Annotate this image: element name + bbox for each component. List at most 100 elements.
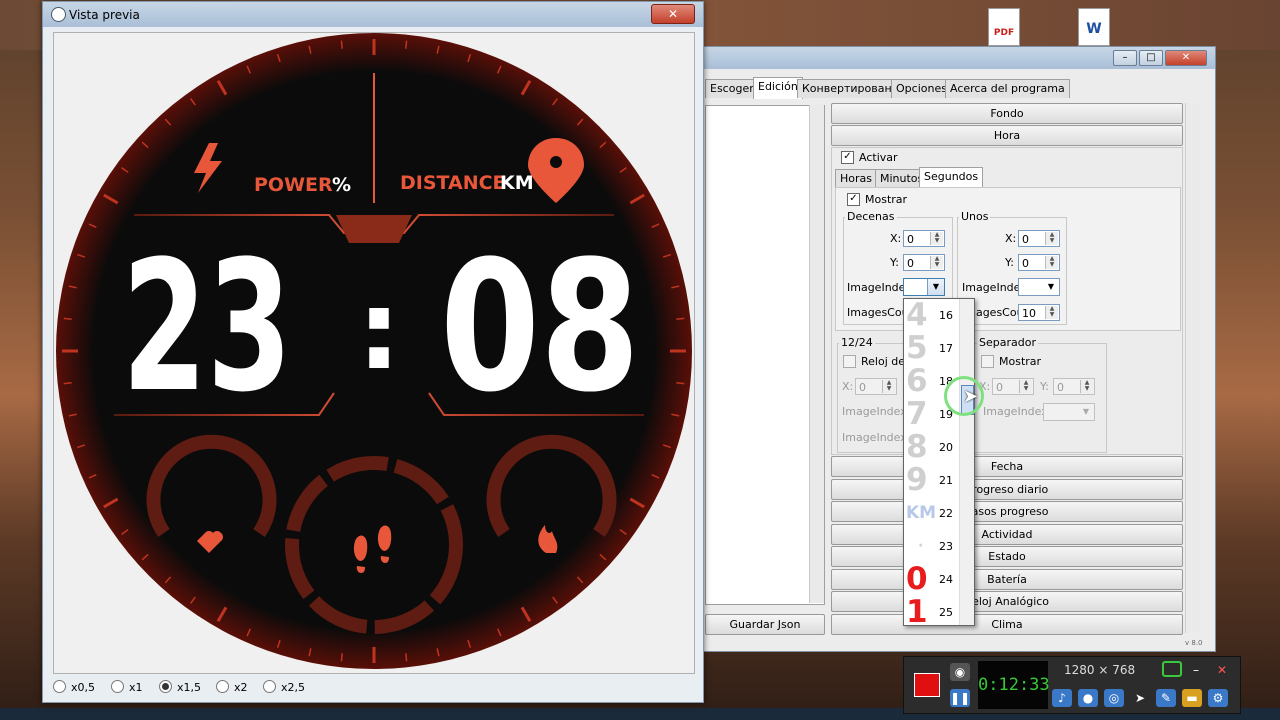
gear-icon[interactable]: ⚙ bbox=[1208, 689, 1228, 707]
zoom-option-2-5[interactable]: x2,5 bbox=[263, 680, 305, 694]
section-reloj-analogico-button[interactable]: Reloj Analógico bbox=[831, 591, 1183, 612]
sections-scrollbar[interactable] bbox=[1185, 103, 1200, 633]
dropdown-item[interactable]: 9 21 bbox=[904, 464, 960, 497]
decenas-x-input[interactable]: 0 ▲ ▼ bbox=[903, 230, 945, 247]
radio-dot[interactable] bbox=[263, 680, 276, 693]
pin-hole bbox=[550, 156, 562, 168]
dropdown-item[interactable]: 8 20 bbox=[904, 431, 960, 464]
spin-arrows[interactable]: ▲ ▼ bbox=[1045, 256, 1058, 269]
radio-dot[interactable] bbox=[53, 680, 66, 693]
separador-y-input[interactable]: 0 ▲ ▼ bbox=[1053, 378, 1095, 395]
dropdown-scrollbar[interactable] bbox=[959, 299, 974, 625]
microphone-icon[interactable]: ● bbox=[1078, 689, 1098, 707]
section-bateria-button[interactable]: Batería bbox=[831, 569, 1183, 590]
spin-arrows[interactable]: ▲ ▼ bbox=[1045, 306, 1058, 319]
section-clima-button[interactable]: Clima bbox=[831, 614, 1183, 635]
separador-title: Separador bbox=[977, 336, 1038, 349]
minimize-icon[interactable]: – bbox=[1186, 661, 1206, 679]
decenas-imageindex-combo[interactable]: ▼ bbox=[903, 278, 945, 296]
chevron-down-icon[interactable]: ▼ bbox=[1078, 404, 1094, 420]
radio-dot[interactable] bbox=[159, 680, 172, 693]
separador-imageindex-combo[interactable]: ▼ bbox=[1043, 403, 1095, 421]
dropdown-item-image: 0 bbox=[906, 561, 928, 597]
activar-checkbox[interactable]: ✓ bbox=[841, 151, 854, 164]
zoom-option-0-5[interactable]: x0,5 bbox=[53, 680, 95, 694]
dropdown-item[interactable]: 0 24 bbox=[904, 563, 960, 596]
group-12-24-title: 12/24 bbox=[839, 336, 875, 349]
element-list[interactable] bbox=[705, 105, 825, 605]
unos-y-input[interactable]: 0 ▲ ▼ bbox=[1018, 254, 1060, 271]
section-hora-button[interactable]: Hora bbox=[831, 125, 1183, 146]
reloj-checkbox[interactable] bbox=[843, 355, 856, 368]
pdf-desktop-icon[interactable]: PDF bbox=[988, 8, 1020, 46]
section-fecha-button[interactable]: Fecha bbox=[831, 456, 1183, 477]
zoom-option-1-5[interactable]: x1,5 bbox=[159, 680, 201, 694]
element-list-scrollbar[interactable] bbox=[809, 105, 824, 603]
tab-opciones[interactable]: Opciones bbox=[891, 79, 952, 98]
minimize-button[interactable]: – bbox=[1113, 50, 1137, 66]
watch-face: POWER % DISTANCE KM 23 : 08 bbox=[56, 33, 692, 669]
section-fondo-button[interactable]: Fondo bbox=[831, 103, 1183, 124]
preview-close-button[interactable]: ✕ bbox=[651, 4, 695, 24]
imageindex-dropdown-list[interactable]: 4 16 5 17 6 18 7 19 8 20 9 21 KM 22 · 23 0 24 1 25 bbox=[903, 298, 975, 626]
decenas-y-input[interactable]: 0 ▲ ▼ bbox=[903, 254, 945, 271]
chevron-down-icon[interactable]: ▼ bbox=[927, 279, 944, 295]
dropdown-item[interactable]: 4 16 bbox=[904, 299, 960, 332]
section-actividad-button[interactable]: Actividad bbox=[831, 524, 1183, 545]
mouse-cursor-icon: ➤ bbox=[963, 386, 979, 407]
spin-arrows[interactable]: ▲ ▼ bbox=[930, 256, 943, 269]
group-12-24-x-input[interactable]: 0 ▲ ▼ bbox=[855, 378, 897, 395]
dropdown-item-index: 25 bbox=[939, 606, 953, 619]
dropdown-item[interactable]: KM 22 bbox=[904, 497, 960, 530]
webcam-icon[interactable]: ◎ bbox=[1104, 689, 1124, 707]
cursor-icon[interactable]: ➤ bbox=[1130, 689, 1150, 707]
separador-x-value: 0 bbox=[996, 381, 1003, 394]
distance-unit: KM bbox=[500, 172, 534, 194]
mostrar-checkbox[interactable]: ✓ bbox=[847, 193, 860, 206]
spin-arrows[interactable]: ▲ ▼ bbox=[1080, 380, 1093, 393]
radio-dot[interactable] bbox=[111, 680, 124, 693]
region-icon[interactable] bbox=[1162, 661, 1182, 677]
folder-icon[interactable]: ▬ bbox=[1182, 689, 1202, 707]
chevron-down-icon[interactable]: ▼ bbox=[1043, 279, 1059, 295]
speaker-icon[interactable]: ♪ bbox=[1052, 689, 1072, 707]
close-icon[interactable]: ✕ bbox=[1212, 661, 1232, 679]
dial-tick bbox=[676, 382, 685, 385]
separador-mostrar-label: Mostrar bbox=[999, 355, 1042, 368]
dropdown-item[interactable]: · 23 bbox=[904, 530, 960, 563]
tab-acerca[interactable]: Acerca del programa bbox=[945, 79, 1070, 98]
spin-arrows[interactable]: ▲ ▼ bbox=[1019, 380, 1032, 393]
preview-titlebar: Vista previa ✕ bbox=[43, 2, 703, 27]
zoom-option-2[interactable]: x2 bbox=[216, 680, 248, 694]
dropdown-item-image: KM bbox=[906, 503, 937, 523]
dropdown-item[interactable]: 1 25 bbox=[904, 596, 960, 626]
subtab-segundos[interactable]: Segundos bbox=[919, 167, 984, 189]
maximize-button[interactable]: □ bbox=[1139, 50, 1163, 66]
pause-icon[interactable]: ❚❚ bbox=[950, 689, 970, 707]
pen-icon[interactable]: ✎ bbox=[1156, 689, 1176, 707]
section-progreso-diario-button[interactable]: Progreso diario bbox=[831, 479, 1183, 500]
tab-edicion[interactable]: Edición bbox=[753, 77, 803, 99]
tab-escoger[interactable]: Escoger bbox=[705, 79, 759, 98]
unos-imageindex-combo[interactable]: ▼ bbox=[1018, 278, 1060, 296]
subtab-horas[interactable]: Horas bbox=[835, 169, 877, 188]
dropdown-item-image: 6 bbox=[906, 363, 928, 399]
unos-imagescount-input[interactable]: 10 ▲ ▼ bbox=[1018, 304, 1060, 321]
camera-icon[interactable]: ◉ bbox=[950, 663, 970, 681]
unos-x-input[interactable]: 0 ▲ ▼ bbox=[1018, 230, 1060, 247]
word-desktop-icon[interactable]: W bbox=[1078, 8, 1110, 46]
dropdown-item[interactable]: 5 17 bbox=[904, 332, 960, 365]
zoom-option-1[interactable]: x1 bbox=[111, 680, 143, 694]
unos-y-label: Y: bbox=[1005, 256, 1014, 269]
radio-dot[interactable] bbox=[216, 680, 229, 693]
section-pasos-progreso-button[interactable]: Pasos progreso bbox=[831, 501, 1183, 522]
section-estado-button[interactable]: Estado bbox=[831, 546, 1183, 567]
guardar-json-button[interactable]: Guardar Json bbox=[705, 614, 825, 635]
spin-arrows[interactable]: ▲ ▼ bbox=[930, 232, 943, 245]
record-stop-button[interactable] bbox=[914, 673, 940, 697]
separador-x-input[interactable]: 0 ▲ ▼ bbox=[992, 378, 1034, 395]
separador-mostrar-checkbox[interactable] bbox=[981, 355, 994, 368]
editor-close-button[interactable]: ✕ bbox=[1165, 50, 1207, 66]
spin-arrows[interactable]: ▲ ▼ bbox=[1045, 232, 1058, 245]
spin-arrows[interactable]: ▲ ▼ bbox=[882, 380, 895, 393]
